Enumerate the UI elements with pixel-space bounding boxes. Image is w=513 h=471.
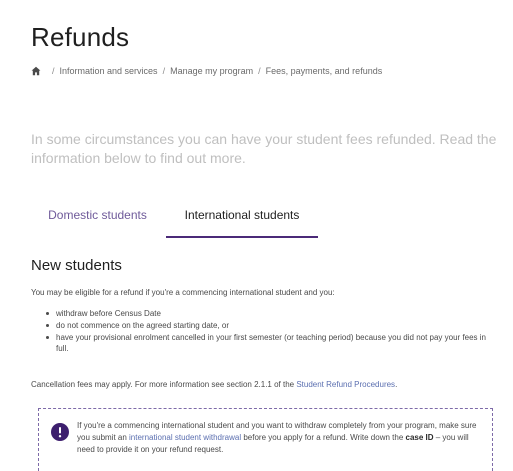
tab-label: Domestic students: [48, 208, 147, 222]
student-type-tabs: Domestic students International students: [31, 200, 501, 240]
breadcrumb-separator: /: [162, 66, 166, 76]
breadcrumb: / Information and services / Manage my p…: [31, 66, 382, 76]
list-item: withdraw before Census Date: [44, 308, 496, 319]
international-student-withdrawal-link[interactable]: international student withdrawal: [129, 433, 241, 442]
intro-text: In some circumstances you can have your …: [31, 131, 497, 166]
breadcrumb-separator: /: [258, 66, 261, 76]
tab-domestic-students[interactable]: Domestic students: [31, 200, 164, 240]
cancellation-suffix: .: [395, 380, 398, 389]
eligibility-text: You may be eligible for a refund if you'…: [31, 288, 335, 297]
breadcrumb-link-manage-my-program[interactable]: Manage my program: [170, 66, 253, 76]
tab-label: International students: [184, 208, 300, 222]
page-title: Refunds: [31, 22, 130, 52]
exclamation-circle-icon: [51, 423, 69, 441]
list-item: do not commence on the agreed starting d…: [44, 320, 496, 331]
notice-text: If you're a commencing international stu…: [77, 420, 485, 456]
eligibility-list: withdraw before Census Date do not comme…: [44, 308, 496, 355]
student-refund-procedures-link[interactable]: Student Refund Procedures: [296, 380, 395, 389]
case-id-emphasis: case ID: [405, 433, 434, 442]
section-heading-new-students: New students: [31, 257, 122, 274]
withdrawal-notice: If you're a commencing international stu…: [38, 408, 493, 471]
breadcrumb-link-fees-payments-refunds[interactable]: Fees, payments, and refunds: [266, 66, 383, 76]
breadcrumb-separator: /: [52, 66, 55, 76]
active-tab-indicator: [166, 236, 318, 238]
list-item: have your provisional enrolment cancelle…: [44, 332, 496, 354]
breadcrumb-link-information-and-services[interactable]: Information and services: [60, 66, 158, 76]
notice-text-part2: before you apply for a refund. Write dow…: [241, 433, 406, 442]
tab-international-students[interactable]: International students: [166, 200, 318, 240]
home-icon[interactable]: [31, 66, 41, 76]
cancellation-prefix: Cancellation fees may apply. For more in…: [31, 380, 297, 389]
cancellation-text: Cancellation fees may apply. For more in…: [31, 380, 501, 389]
